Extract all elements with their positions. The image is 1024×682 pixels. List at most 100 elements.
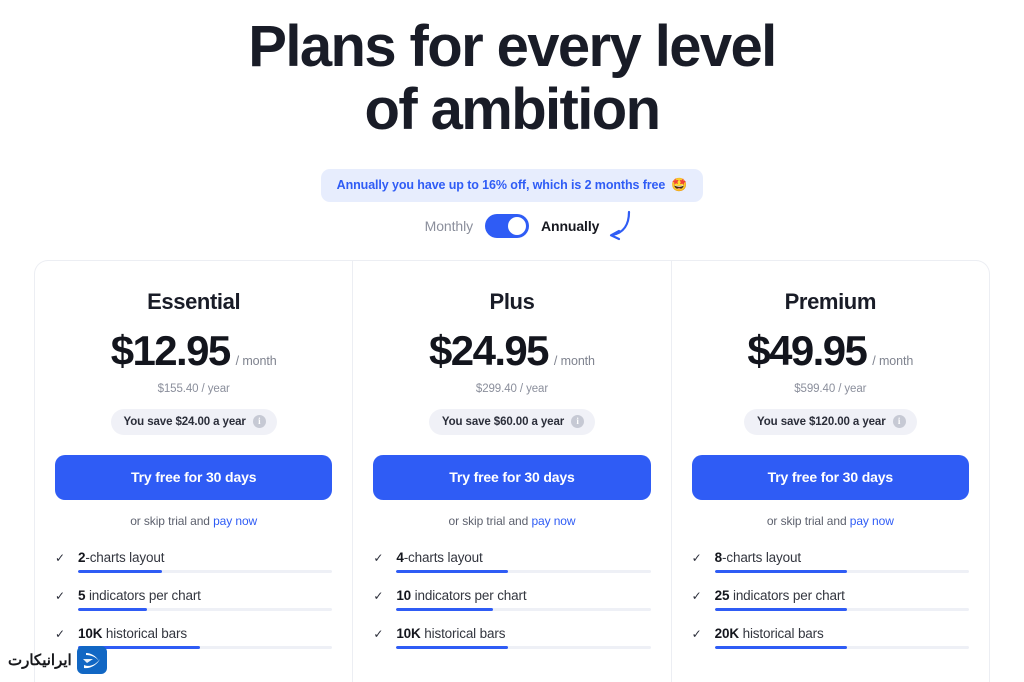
feature-label: -charts layout: [85, 550, 165, 566]
toggle-knob: [508, 217, 526, 236]
annual-discount-banner: Annually you have up to 16% off, which i…: [320, 169, 704, 203]
billing-toggle-switch[interactable]: [485, 214, 529, 239]
toggle-label-monthly[interactable]: Monthly: [425, 218, 473, 234]
plan-card-plus: Plus $24.95 / month $299.40 / year You s…: [352, 261, 670, 682]
feature-progress-track: [396, 608, 651, 612]
feature-progress-fill: [714, 608, 847, 612]
feature-value: 20K: [714, 626, 739, 642]
plan-price-row: $49.95 / month: [692, 327, 969, 375]
feature-item: ✓ 4-charts layout: [373, 550, 651, 574]
plan-price-period: / month: [235, 354, 277, 369]
info-icon[interactable]: i: [252, 415, 266, 429]
plan-card-premium: Premium $49.95 / month $599.40 / year Yo…: [670, 261, 989, 682]
feature-progress-fill: [396, 646, 509, 650]
plan-card-essential: Essential $12.95 / month $155.40 / year …: [35, 261, 352, 682]
try-free-button[interactable]: Try free for 30 days: [691, 455, 969, 501]
feature-item: ✓ 2-charts layout: [55, 550, 333, 574]
feature-label: indicators per chart: [729, 588, 845, 604]
plan-price-period: / month: [872, 354, 914, 369]
skip-trial-row: or skip trial and pay now: [373, 514, 650, 528]
iranicard-logo-icon: [76, 646, 107, 674]
feature-progress-fill: [396, 570, 509, 574]
info-icon[interactable]: i: [571, 415, 585, 429]
skip-trial-prefix: or skip trial and: [448, 514, 529, 529]
plan-price: $24.95: [429, 327, 549, 375]
feature-item: ✓ 20K historical bars: [691, 626, 969, 650]
billing-period-toggle[interactable]: Monthly Annually: [0, 211, 1024, 241]
feature-item: ✓ 10 indicators per chart: [373, 588, 651, 612]
savings-text: You save $24.00 a year: [123, 415, 246, 428]
plan-price-period: / month: [553, 354, 595, 369]
feature-item: ✓ 10K historical bars: [373, 626, 651, 650]
toggle-label-annually[interactable]: Annually: [541, 218, 599, 234]
feature-progress-fill: [396, 608, 493, 612]
feature-label: -charts layout: [403, 550, 483, 566]
check-icon: ✓: [55, 627, 65, 642]
feature-progress-track: [78, 570, 333, 574]
plan-price-row: $12.95 / month: [55, 327, 332, 375]
feature-progress-fill: [714, 570, 847, 574]
plan-price-row: $24.95 / month: [373, 327, 650, 375]
check-icon: ✓: [55, 589, 65, 604]
page-title: Plans for every level of ambition: [0, 0, 1024, 141]
pay-now-link[interactable]: pay now: [213, 514, 257, 528]
check-icon: ✓: [691, 627, 702, 642]
feature-label: historical bars: [738, 626, 824, 642]
watermark: ایرانیکارت: [8, 646, 107, 674]
plan-save-row: You save $60.00 a year i: [373, 409, 650, 436]
try-free-button[interactable]: Try free for 30 days: [55, 455, 333, 501]
feature-value: 25: [714, 588, 730, 604]
feature-item: ✓ 25 indicators per chart: [691, 588, 969, 612]
check-icon: ✓: [691, 551, 702, 566]
plan-save-row: You save $24.00 a year i: [55, 409, 332, 436]
feature-progress-track: [396, 570, 651, 574]
check-icon: ✓: [373, 551, 384, 566]
plan-price: $12.95: [110, 327, 231, 375]
feature-value: 8: [714, 550, 723, 566]
pricing-plans-container: Essential $12.95 / month $155.40 / year …: [34, 260, 990, 682]
pay-now-link[interactable]: pay now: [850, 514, 894, 528]
feature-value: 10: [396, 588, 412, 604]
annual-discount-text: Annually you have up to 16% off, which i…: [336, 178, 666, 193]
skip-trial-prefix: or skip trial and: [766, 514, 847, 529]
feature-label: historical bars: [102, 626, 187, 642]
feature-progress-fill: [714, 646, 847, 650]
logo-glyph: [82, 653, 100, 669]
savings-badge: You save $24.00 a year i: [110, 409, 277, 436]
feature-progress-fill: [78, 570, 162, 574]
feature-list: ✓ 4-charts layout ✓ 10 indicators per ch…: [373, 550, 651, 650]
feature-value: 4: [396, 550, 404, 566]
pay-now-link[interactable]: pay now: [531, 514, 575, 528]
try-free-button[interactable]: Try free for 30 days: [373, 455, 651, 501]
page-title-line-2: of ambition: [364, 76, 662, 142]
watermark-text: ایرانیکارت: [8, 652, 72, 669]
feature-progress-track: [714, 570, 969, 574]
feature-value: 10K: [396, 626, 421, 642]
savings-text: You save $60.00 a year: [441, 415, 565, 428]
feature-value: 10K: [78, 626, 103, 642]
skip-trial-row: or skip trial and pay now: [692, 514, 969, 528]
feature-progress-track: [714, 608, 969, 612]
savings-text: You save $120.00 a year: [757, 415, 886, 428]
feature-label: indicators per chart: [411, 588, 527, 604]
skip-trial-row: or skip trial and pay now: [55, 514, 332, 528]
page-title-line-1: Plans for every level: [248, 14, 777, 79]
plan-yearly-price: $155.40 / year: [157, 383, 230, 396]
feature-list: ✓ 8-charts layout ✓ 25 indicators per ch…: [691, 550, 969, 650]
feature-item: ✓ 5 indicators per chart: [55, 588, 333, 612]
savings-badge: You save $120.00 a year i: [744, 409, 917, 436]
plan-name: Premium: [784, 289, 877, 315]
plan-price: $49.95: [747, 327, 867, 375]
feature-progress-track: [714, 646, 969, 650]
feature-list: ✓ 2-charts layout ✓ 5 indicators per cha…: [55, 550, 333, 650]
feature-progress-fill: [78, 608, 147, 612]
check-icon: ✓: [55, 551, 65, 566]
feature-progress-track: [78, 646, 333, 650]
feature-label: -charts layout: [722, 550, 801, 566]
check-icon: ✓: [373, 627, 384, 642]
skip-trial-prefix: or skip trial and: [130, 514, 210, 529]
feature-progress-track: [78, 608, 333, 612]
feature-progress-track: [396, 646, 651, 650]
info-icon[interactable]: i: [892, 415, 906, 429]
check-icon: ✓: [691, 589, 702, 604]
